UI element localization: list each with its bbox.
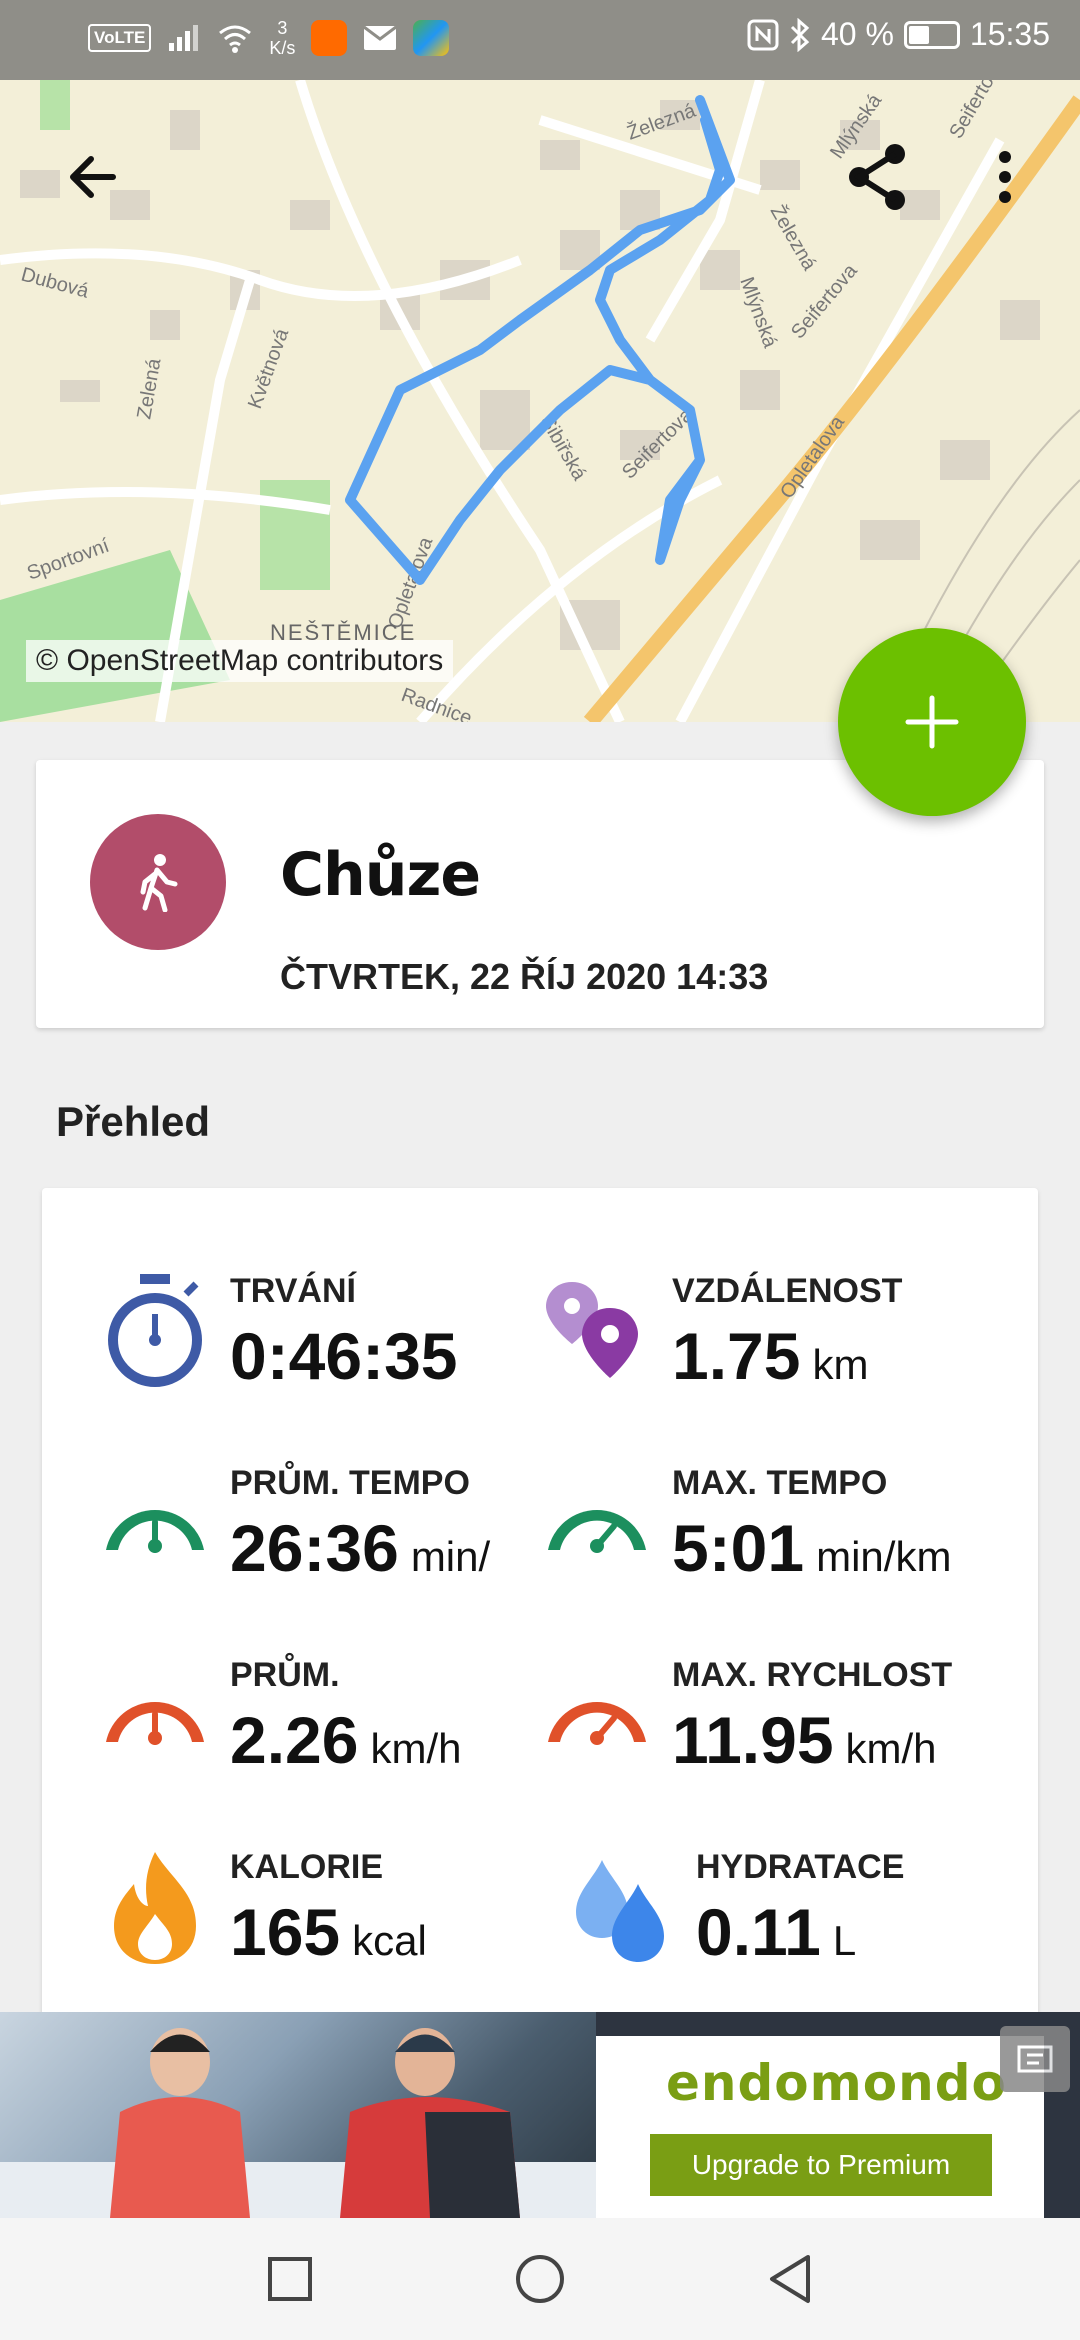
plus-icon bbox=[905, 695, 959, 749]
ad-logo: endomondo bbox=[666, 2054, 1007, 2112]
stat-value-row: 1.75 km bbox=[672, 1318, 868, 1394]
net-speed-unit: K/s bbox=[269, 38, 296, 58]
arrow-left-icon bbox=[70, 156, 116, 198]
nfc-icon bbox=[747, 19, 779, 50]
stopwatch-icon bbox=[108, 1274, 202, 1387]
maps-app-icon bbox=[413, 20, 450, 56]
stat-label: TRVÁNÍ bbox=[230, 1272, 356, 1310]
mi-app-icon bbox=[311, 20, 348, 56]
map-attribution[interactable]: © OpenStreetMap contributors bbox=[26, 640, 454, 682]
stat-distance: VZDÁLENOST 1.75 km bbox=[542, 1272, 982, 1422]
screen: VoLTE 3 K/s 40 % 15:35 Železná Mlýnská S… bbox=[0, 0, 1080, 2340]
stat-label: PRŮM. bbox=[230, 1656, 340, 1694]
status-bar: VoLTE 3 K/s 40 % 15:35 bbox=[0, 0, 1080, 80]
stat-max-pace: MAX. TEMPO 5:01 min/km bbox=[542, 1464, 982, 1614]
stat-value: 26:36 bbox=[230, 1511, 399, 1585]
clock: 15:35 bbox=[969, 16, 1050, 52]
share-button[interactable] bbox=[832, 132, 922, 222]
route-map[interactable]: Železná Mlýnská Seifertova Železná Mlýns… bbox=[0, 80, 1080, 722]
stat-unit: min/ bbox=[410, 1533, 491, 1580]
ad-panel: endomondo Upgrade to Premium bbox=[596, 2036, 1044, 2218]
wifi-icon bbox=[219, 25, 252, 53]
water-drops-icon bbox=[576, 1860, 664, 1962]
stat-value-row: 0:46:35 bbox=[230, 1318, 470, 1394]
speedometer-green-icon bbox=[106, 1509, 204, 1553]
stat-label: MAX. RYCHLOST bbox=[672, 1656, 953, 1694]
stat-unit: min/km bbox=[816, 1533, 952, 1580]
status-right: 40 % 15:35 bbox=[747, 16, 1050, 53]
net-speed: 3 K/s bbox=[269, 18, 295, 58]
stat-max-speed: MAX. RYCHLOST 11.95 km/h bbox=[542, 1656, 982, 1806]
stat-unit: km/h bbox=[370, 1725, 462, 1772]
stat-duration: TRVÁNÍ 0:46:35 bbox=[100, 1272, 540, 1422]
stat-value-row: 26:36 min/ bbox=[230, 1510, 490, 1586]
stat-label: KALORIE bbox=[230, 1848, 383, 1886]
circle-icon bbox=[516, 2255, 564, 2303]
upgrade-premium-button[interactable]: Upgrade to Premium bbox=[650, 2134, 992, 2196]
home-button[interactable] bbox=[500, 2239, 580, 2319]
ad-choices-icon[interactable] bbox=[1000, 2026, 1070, 2092]
stat-value-row: 2.26 km/h bbox=[230, 1702, 461, 1778]
battery-percent: 40 % bbox=[820, 16, 894, 52]
system-nav-bar bbox=[0, 2218, 1080, 2340]
stat-label: VZDÁLENOST bbox=[672, 1272, 903, 1310]
battery-icon bbox=[903, 20, 960, 49]
signal-icon bbox=[169, 25, 199, 51]
stat-hydration: HYDRATACE 0.11 L bbox=[566, 1848, 1006, 1998]
speedometer-red-icon bbox=[548, 1701, 646, 1745]
stat-value-row: 11.95 km/h bbox=[672, 1702, 937, 1778]
share-icon bbox=[849, 144, 905, 210]
stat-value-row: 0.11 L bbox=[696, 1894, 856, 1970]
stats-card: TRVÁNÍ 0:46:35 VZDÁLENOST 1.75 km PRŮM. … bbox=[42, 1188, 1038, 2028]
speedometer-red-icon bbox=[106, 1701, 204, 1745]
flame-icon bbox=[114, 1852, 196, 1964]
status-left: VoLTE 3 K/s bbox=[88, 18, 450, 58]
activity-date: ČTVRTEK, 22 ŘÍJ 2020 14:33 bbox=[280, 956, 769, 997]
mail-icon bbox=[363, 25, 398, 50]
more-vert-icon bbox=[999, 151, 1011, 203]
stat-value: 165 bbox=[230, 1895, 341, 1969]
stat-value: 0.11 bbox=[696, 1895, 821, 1969]
runners-illustration bbox=[0, 2028, 596, 2218]
overview-heading: Přehled bbox=[56, 1098, 211, 1145]
stat-unit: L bbox=[832, 1917, 857, 1964]
stat-unit: km bbox=[812, 1341, 869, 1388]
bluetooth-icon bbox=[790, 17, 810, 52]
stat-value: 5:01 bbox=[672, 1511, 805, 1585]
more-options-button[interactable] bbox=[960, 132, 1050, 222]
add-button[interactable] bbox=[838, 628, 1026, 816]
activity-icon bbox=[90, 814, 226, 950]
stat-value: 2.26 bbox=[230, 1703, 359, 1777]
triangle-back-icon bbox=[770, 2255, 810, 2303]
activity-title: Chůze bbox=[280, 840, 481, 910]
stat-unit: km/h bbox=[845, 1725, 937, 1772]
net-speed-value: 3 bbox=[277, 18, 288, 38]
recents-button[interactable] bbox=[250, 2239, 330, 2319]
stat-value-row: 5:01 min/km bbox=[672, 1510, 951, 1586]
speedometer-green-icon bbox=[548, 1509, 646, 1553]
back-button[interactable] bbox=[48, 132, 138, 222]
stat-value: 0:46:35 bbox=[230, 1319, 458, 1393]
stat-label: PRŮM. TEMPO bbox=[230, 1464, 470, 1502]
square-icon bbox=[268, 2257, 312, 2301]
stat-label: MAX. TEMPO bbox=[672, 1464, 888, 1502]
stat-label: HYDRATACE bbox=[696, 1848, 905, 1886]
battery-fill bbox=[908, 25, 929, 44]
stat-avg-speed: PRŮM. 2.26 km/h bbox=[100, 1656, 540, 1806]
stat-value: 11.95 bbox=[672, 1703, 834, 1777]
map-pins-icon bbox=[546, 1282, 638, 1378]
stat-calories: KALORIE 165 kcal bbox=[100, 1848, 540, 1998]
ad-banner[interactable]: endomondo Upgrade to Premium bbox=[0, 2012, 1080, 2218]
stat-unit: kcal bbox=[352, 1917, 427, 1964]
walking-person-icon bbox=[140, 854, 178, 912]
ad-photo bbox=[0, 2012, 596, 2218]
volte-indicator: VoLTE bbox=[88, 24, 152, 52]
stat-value: 1.75 bbox=[672, 1319, 801, 1393]
stat-avg-pace: PRŮM. TEMPO 26:36 min/ bbox=[100, 1464, 540, 1614]
nav-back-button[interactable] bbox=[750, 2239, 830, 2319]
stat-value-row: 165 kcal bbox=[230, 1894, 427, 1970]
ad-badge-glyph bbox=[1017, 2045, 1053, 2073]
